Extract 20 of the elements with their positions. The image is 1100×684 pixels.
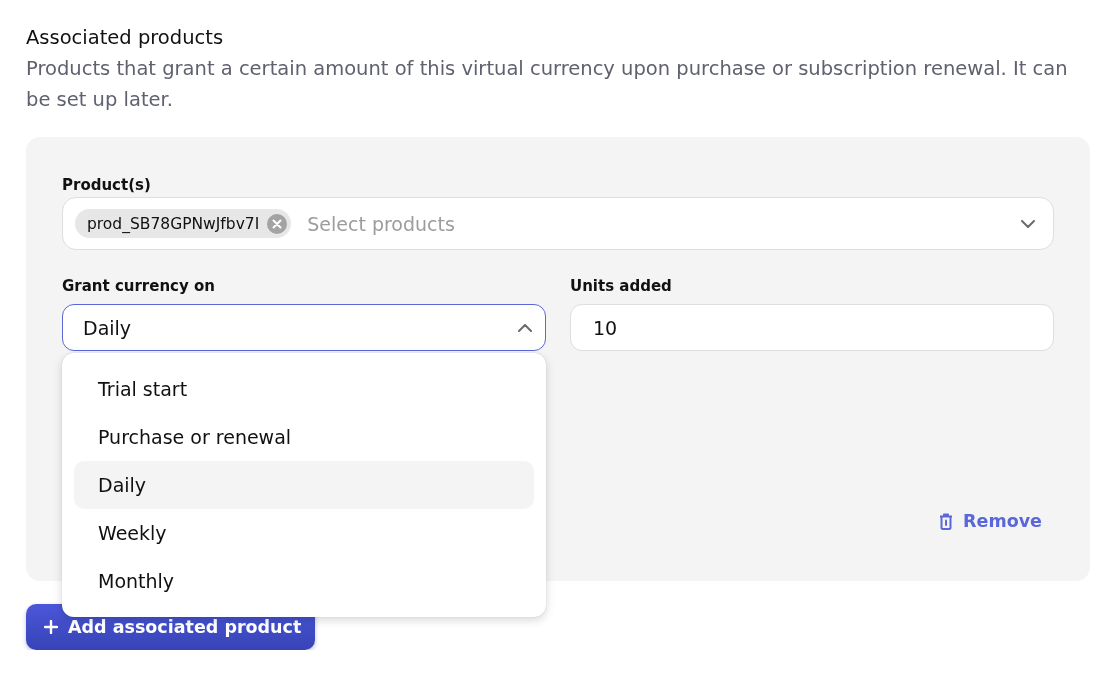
dropdown-option[interactable]: Weekly — [74, 509, 534, 557]
products-select-field[interactable]: prod_SB78GPNwJfbv7I Select products — [62, 197, 1054, 250]
units-input[interactable]: 10 — [570, 304, 1054, 351]
trash-icon — [939, 512, 954, 530]
dropdown-option[interactable]: Daily — [74, 461, 534, 509]
close-icon — [267, 213, 288, 234]
product-chip[interactable]: prod_SB78GPNwJfbv7I — [75, 209, 292, 238]
grant-currency-select[interactable]: Daily — [62, 304, 546, 351]
chevron-down-icon — [1021, 219, 1035, 228]
dropdown-option[interactable]: Purchase or renewal — [74, 413, 534, 461]
section-title: Associated products — [26, 25, 225, 51]
remove-button[interactable]: Remove — [939, 507, 1054, 535]
section-description: Products that grant a certain amount of this virtual currency upon purchase or subscription renewal. It can be set up later. — [26, 56, 1069, 113]
field-label: Units added — [570, 276, 672, 296]
chevron-up-icon — [518, 323, 532, 332]
dropdown-option[interactable]: Monthly — [74, 557, 534, 605]
field-label: Grant currency on — [62, 276, 215, 296]
plus-icon — [44, 620, 58, 634]
field-label: Product(s) — [62, 175, 151, 195]
dropdown-option[interactable]: Trial start — [74, 365, 534, 413]
